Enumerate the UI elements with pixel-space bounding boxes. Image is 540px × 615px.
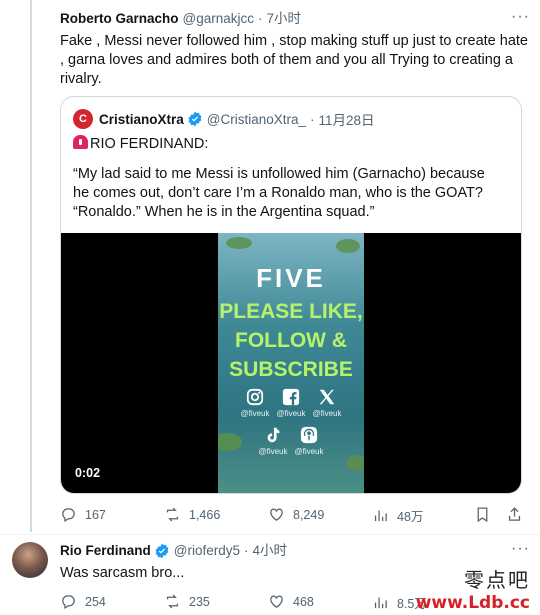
author-name[interactable]: Rio Ferdinand	[60, 542, 151, 560]
facebook-icon	[281, 387, 301, 407]
verified-badge-icon	[154, 543, 170, 559]
cta-line: PLEASE LIKE,	[219, 300, 363, 323]
tiktok-handle: @fiveuk	[253, 425, 293, 456]
repost-icon	[166, 594, 179, 609]
thread-line	[30, 0, 32, 532]
facebook-handle: @fiveuk	[271, 387, 311, 418]
separator-dot: ·	[243, 543, 249, 558]
quote-headline: RIO FERDINAND:	[73, 135, 208, 154]
cta-line: SUBSCRIBE	[229, 358, 353, 381]
instagram-icon	[245, 387, 265, 407]
views-icon	[374, 597, 387, 609]
reply-icon	[62, 595, 75, 610]
podcast-icon	[299, 425, 319, 445]
share-button[interactable]	[506, 506, 523, 526]
map-island	[336, 239, 360, 253]
repost-icon	[166, 507, 179, 522]
repost-count: 1,466	[189, 507, 221, 522]
avatar[interactable]	[12, 542, 48, 578]
separator-dot: ·	[310, 111, 315, 127]
quote-time[interactable]: 11月28日	[319, 109, 375, 129]
share-icon	[508, 507, 521, 521]
watermark: 零点吧 www.Ldb.cc	[416, 564, 530, 613]
watermark-cn: 零点吧	[464, 568, 530, 592]
reply-button[interactable]: 254	[60, 593, 106, 610]
repost-button[interactable]: 1,466	[164, 506, 220, 523]
map-island	[218, 433, 242, 451]
tweet-garnacho[interactable]: Roberto Garnacho @garnakjcc · 7小时 ··· Fa…	[60, 9, 530, 89]
instagram-handle: @fiveuk	[235, 387, 275, 418]
map-island	[226, 237, 252, 249]
reply-button[interactable]: 167	[60, 506, 106, 523]
author-handle[interactable]: @rioferdy5	[174, 542, 240, 560]
more-options-icon[interactable]: ···	[511, 9, 530, 25]
author-handle[interactable]: @garnakjcc	[183, 10, 254, 28]
separator-dot: ·	[258, 11, 263, 26]
watermark-url: www.Ldb.cc	[415, 593, 530, 613]
quote-avatar[interactable]: C	[73, 109, 93, 129]
cta-line: FOLLOW &	[235, 329, 347, 352]
bookmark-button[interactable]	[474, 506, 491, 526]
like-button[interactable]: 8,249	[268, 506, 324, 523]
quote-author-handle[interactable]: @CristianoXtra_	[207, 112, 306, 127]
tweet-time[interactable]: 7小时	[267, 10, 302, 28]
five-logo: FIVE	[256, 263, 326, 293]
quote-header: C CristianoXtra @CristianoXtra_ · 11月28日	[73, 109, 375, 129]
bookmark-icon	[477, 507, 488, 523]
views-button[interactable]: 48万	[372, 506, 423, 525]
quote-headline-text: RIO FERDINAND:	[90, 136, 209, 152]
like-count: 468	[293, 594, 314, 609]
views-count: 48万	[397, 510, 424, 524]
heart-icon	[270, 595, 283, 608]
map-island	[346, 455, 364, 471]
quote-author-name[interactable]: CristianoXtra	[99, 112, 184, 127]
heart-icon	[270, 508, 283, 521]
views-icon	[374, 510, 387, 522]
x-handle: @fiveuk	[307, 387, 347, 418]
tweet-text: Fake , Messi never followed him , stop m…	[60, 33, 528, 87]
podcast-handle: @fiveuk	[289, 425, 329, 456]
tweet-header: Rio Ferdinand @rioferdy5 · 4小时	[60, 542, 530, 560]
video-player[interactable]: FIVE PLEASE LIKE, FOLLOW & SUBSCRIBE @fi…	[61, 233, 521, 493]
x-icon	[317, 387, 337, 407]
quoted-tweet[interactable]: C CristianoXtra @CristianoXtra_ · 11月28日…	[60, 96, 522, 494]
video-timestamp: 0:02	[75, 466, 101, 480]
reply-count: 167	[85, 507, 106, 522]
subscribe-cta: PLEASE LIKE, FOLLOW & SUBSCRIBE	[218, 297, 364, 384]
repost-button[interactable]: 235	[164, 593, 210, 610]
more-options-icon[interactable]: ···	[511, 541, 530, 557]
repost-count: 235	[189, 594, 210, 609]
tweet-time[interactable]: 4小时	[252, 542, 287, 560]
video-frame: FIVE PLEASE LIKE, FOLLOW & SUBSCRIBE @fi…	[218, 233, 364, 493]
reply-count: 254	[85, 594, 106, 609]
like-button[interactable]: 468	[268, 593, 314, 610]
verified-badge-icon	[187, 111, 203, 127]
tiktok-icon	[263, 425, 283, 445]
siren-icon	[73, 135, 88, 149]
divider	[0, 534, 540, 535]
like-count: 8,249	[293, 507, 325, 522]
tweet-header: Roberto Garnacho @garnakjcc · 7小时	[60, 10, 530, 28]
author-name[interactable]: Roberto Garnacho	[60, 10, 179, 28]
quote-body: “My lad said to me Messi is unfollowed h…	[73, 166, 485, 220]
reply-icon	[62, 508, 75, 523]
